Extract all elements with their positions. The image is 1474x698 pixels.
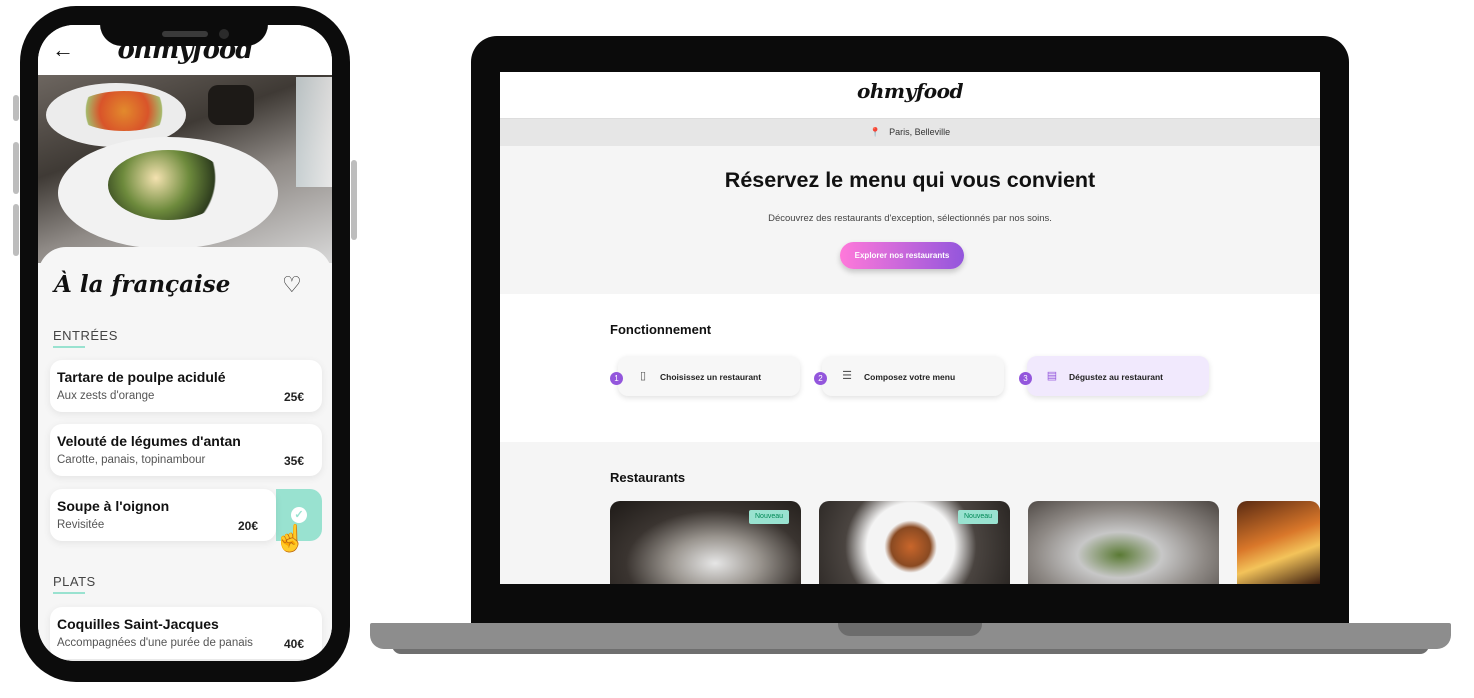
menu-item[interactable]: Tartare de poulpe acidulé Aux zests d'or…: [50, 360, 322, 412]
menu-item-price: 20€: [237, 519, 258, 533]
menu-item-name: Soupe à l'oignon: [57, 498, 170, 514]
phone-volume-down: [13, 204, 19, 256]
restaurant-title: À la française: [54, 271, 231, 298]
badge-new: Nouveau: [749, 510, 790, 524]
laptop-notch: [838, 623, 982, 636]
hero-title: Réservez le menu qui vous convient: [724, 168, 1096, 192]
hero-glass: [296, 77, 332, 187]
phone-power-button: [351, 160, 357, 240]
step-label: Composez votre menu: [864, 372, 956, 382]
step-card-3[interactable]: ▤ Dégustez au restaurant: [1027, 356, 1209, 396]
phone-icon: ▯: [639, 370, 647, 382]
hero-food-small: [74, 91, 174, 131]
desktop-screen: ohmyfood 📍 Paris, Belleville Réservez le …: [500, 72, 1320, 584]
store-icon: ▤: [1046, 370, 1058, 382]
menu-item[interactable]: Velouté de légumes d'antan Carotte, pana…: [50, 424, 322, 476]
list-icon: ☰: [842, 370, 852, 382]
menu-item-selected[interactable]: Soupe à l'oignon Revisitée 20€: [50, 489, 276, 541]
menu-item-description: Carotte, panais, topinambour: [57, 454, 206, 466]
mobile-hero-image: [38, 75, 332, 263]
section-underline: [53, 346, 85, 348]
step-number: 1: [610, 372, 623, 385]
phone-side-button: [13, 95, 19, 121]
step-card-2[interactable]: ☰ Composez votre menu: [822, 356, 1004, 396]
menu-item-description: Revisitée: [57, 519, 105, 531]
section-title-plats: PLATS: [53, 574, 96, 589]
arrow-left-icon[interactable]: ←: [52, 39, 74, 61]
explore-restaurants-button[interactable]: Explorer nos restaurants: [840, 242, 964, 269]
step-label: Choisissez un restaurant: [660, 372, 762, 382]
menu-item-price: 40€: [283, 637, 304, 651]
location-row[interactable]: 📍 Paris, Belleville: [500, 127, 1320, 138]
hero-food-main: [108, 150, 228, 220]
heart-outline-icon[interactable]: ♡: [282, 272, 302, 298]
menu-item-price: 35€: [283, 454, 304, 468]
phone-camera: [219, 29, 229, 39]
map-pin-icon: 📍: [869, 127, 882, 137]
hero-subtitle: Découvrez des restaurants d'exception, s…: [768, 213, 1052, 224]
phone-speaker: [162, 31, 208, 37]
section-title-entrees: ENTRÉES: [53, 328, 118, 343]
phone-volume-up: [13, 142, 19, 194]
restaurants-title: Restaurants: [610, 470, 686, 485]
step-label: Dégustez au restaurant: [1069, 372, 1163, 382]
phone-notch: [100, 6, 268, 46]
menu-item-price: 25€: [283, 390, 304, 404]
desktop-logo[interactable]: ohmyfood: [500, 79, 1320, 103]
menu-item-description: Aux zests d'orange: [57, 390, 155, 402]
section-underline: [53, 592, 85, 594]
menu-item-description: Accompagnées d'une purée de panais: [57, 637, 253, 649]
step-number: 3: [1019, 372, 1032, 385]
location-text: Paris, Belleville: [889, 127, 951, 137]
restaurant-card-image[interactable]: [1237, 501, 1320, 584]
hero-coffee-cup: [208, 85, 254, 125]
menu-item-name: Velouté de légumes d'antan: [57, 433, 241, 449]
mobile-screen: ← ohmyfood À la française ♡ ENTRÉES Tart…: [38, 25, 332, 661]
how-it-works-title: Fonctionnement: [610, 322, 712, 337]
badge-new: Nouveau: [958, 510, 999, 524]
check-icon: ✓: [291, 507, 307, 523]
menu-item[interactable]: Coquilles Saint-Jacques Accompagnées d'u…: [50, 607, 322, 659]
desktop-header: ohmyfood: [500, 72, 1320, 119]
restaurant-card-image[interactable]: [1028, 501, 1219, 584]
hand-cursor-icon: ☝: [274, 523, 307, 553]
menu-item-name: Coquilles Saint-Jacques: [57, 616, 219, 632]
step-number: 2: [814, 372, 827, 385]
step-card-1[interactable]: ▯ Choisissez un restaurant: [618, 356, 800, 396]
location-bar: 📍 Paris, Belleville: [500, 119, 1320, 146]
menu-item-name: Tartare de poulpe acidulé: [57, 369, 226, 385]
